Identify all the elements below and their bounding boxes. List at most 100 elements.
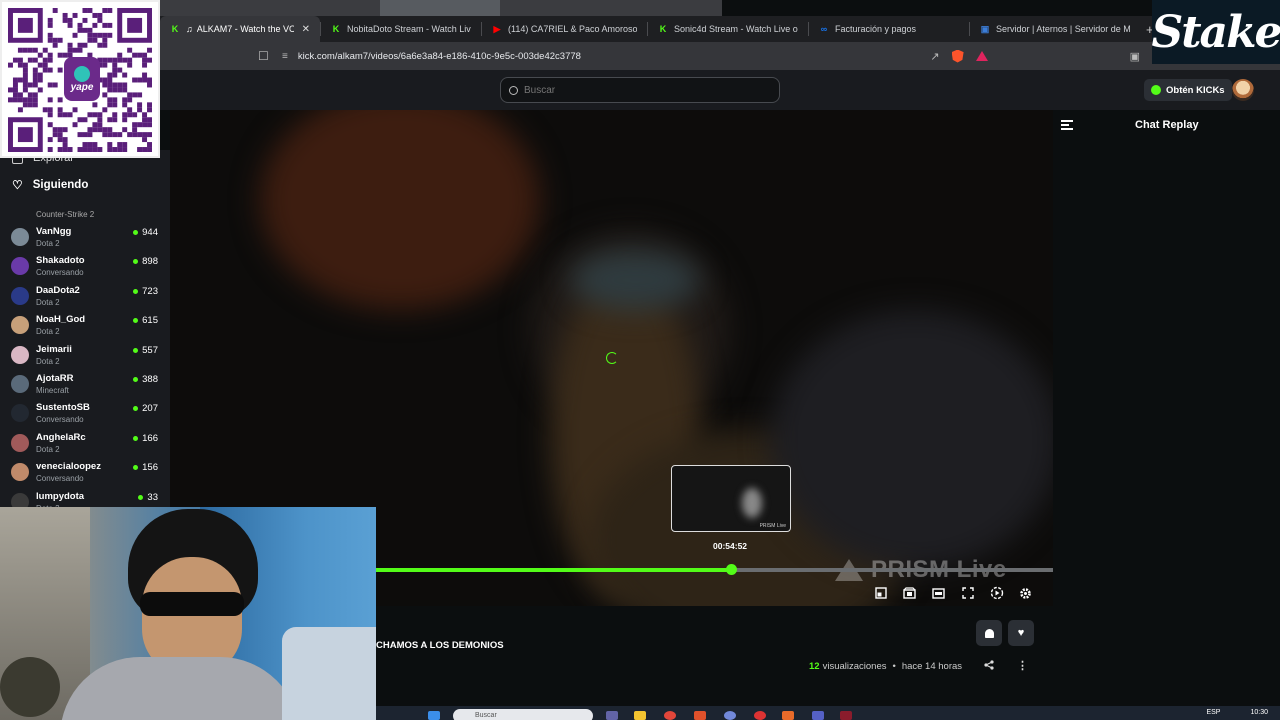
share-icon[interactable] [984,660,994,673]
url-text[interactable]: kick.com/alkam7/videos/6a6e3a84-e186-410… [298,51,581,62]
windows-start-icon[interactable] [428,711,440,720]
heart-filled-icon: ♥ [1017,627,1025,639]
browser-tab[interactable]: ∞ Facturación y pagos [809,16,969,42]
user-avatar[interactable] [1232,79,1254,101]
browser-tab[interactable]: K NobitaDoto Stream - Watch Live on [321,16,481,42]
more-options-icon[interactable]: ⋮ [1017,659,1028,672]
live-dot-icon [133,318,139,324]
channel-avatar [11,228,29,246]
viewer-count-value: 944 [142,227,158,238]
kicks-coin-icon [1151,85,1161,95]
sidebar: Explorar ♡ Siguiendo Counter-Strike 2 Va… [0,150,170,513]
brave-rewards-icon[interactable] [975,51,988,61]
taskbar-search-input[interactable]: Buscar [453,709,593,720]
sidebar-channel[interactable]: Shakadoto Conversando 898 [0,251,170,280]
close-tab-icon[interactable]: ✕ [302,24,310,35]
tray-language[interactable]: ESP [1206,709,1220,716]
get-kicks-label: Obtén KICKs [1166,84,1225,96]
viewer-count: 388 [133,374,158,385]
webcam-microphone [0,657,60,717]
mini-player-icon[interactable] [873,586,888,600]
browser-tab-label: Servidor | Aternos | Servidor de Mine [996,24,1130,34]
browser-tab-strip: K ♫ALKAM7 - Watch the VOD on ✕ K NobitaDoto … [160,16,1160,42]
follow-button[interactable]: ♥ [1008,620,1034,646]
viewer-count-value: 557 [142,344,158,356]
video-frame-blob [570,250,700,310]
app-icon[interactable] [782,711,794,720]
channel-avatar [11,404,29,423]
live-dot-icon [133,376,139,382]
bell-icon [984,628,994,638]
sidebar-channel[interactable]: VanNgg Dota 2 944 [0,222,170,251]
video-info: CHAMOS A LOS DEMONIOS ♥ 12 visualizacion… [376,606,1053,706]
clip-icon[interactable] [902,586,917,600]
yape-bubble-icon [74,65,90,82]
chat-title: Chat Replay [1135,119,1199,131]
player-controls [873,586,1033,600]
brave-shield-icon[interactable] [951,49,964,63]
live-dot-icon [133,465,139,471]
speaker-icon[interactable]: ♫ [186,24,193,34]
browser-tab-label: Sonic4d Stream - Watch Live on Kick [674,24,798,34]
share-page-icon[interactable]: ↗ [930,50,939,63]
viewer-count: 898 [133,256,158,267]
viewer-count: 557 [133,345,158,356]
site-settings-icon[interactable]: ≡ [282,51,288,62]
sidebar-channel[interactable]: DaaDota2 Dota 2 723 [0,281,170,310]
sidebar-channel[interactable]: venecialoopez Conversando 156 [0,457,170,486]
tray-clock[interactable]: 10:30 [1250,709,1268,716]
sidebar-channel[interactable]: AjotaRR Minecraft 388 [0,369,170,398]
youtube-icon: ▶ [493,23,501,34]
channel-category: Conversando [36,268,84,278]
sidebar-channel[interactable]: AnghelaRc Dota 2 166 [0,428,170,457]
channel-name: AjotaRR [36,372,74,384]
viewer-count: 723 [133,286,158,297]
notify-button[interactable] [976,620,1002,646]
channel-avatar [11,257,29,276]
playback-speed-icon[interactable] [989,586,1004,600]
viewer-count-value: 33 [147,491,158,503]
brave-taskbar-icon[interactable] [694,711,706,720]
channel-category: Minecraft [36,385,69,395]
channel-avatar [11,286,29,305]
viewer-count-value: 156 [142,462,158,474]
get-kicks-button[interactable]: Obtén KICKs [1144,79,1232,101]
app-icon[interactable] [812,711,824,720]
browser-tab[interactable]: ▶ (114) CA7RIEL & Paco Amoroso - M [482,16,647,42]
browser-tab-label: Facturación y pagos [835,24,917,34]
settings-gear-icon[interactable] [1018,586,1033,600]
browser-tab[interactable]: K ♫ALKAM7 - Watch the VOD on ✕ [160,16,320,42]
search-box[interactable] [500,77,780,103]
progress-bar[interactable] [376,564,1053,575]
theater-mode-icon[interactable] [931,586,946,600]
viewer-count: 33 [138,492,158,503]
yape-qr-code: yape [0,0,160,158]
app-icon[interactable] [754,711,766,720]
bookmark-icon[interactable]: ☐ [258,49,272,63]
sidebar-item-following[interactable]: ♡ Siguiendo [12,178,88,192]
channel-category: Counter-Strike 2 [36,210,95,219]
app-icon[interactable] [840,711,852,720]
viewer-count-value: 207 [142,403,158,415]
fullscreen-icon[interactable] [960,586,975,600]
sidebar-channel[interactable]: Jeimarii Dota 2 557 [0,340,170,369]
webcam-overlay [0,507,376,720]
search-input[interactable] [524,84,744,96]
chrome-icon[interactable] [664,711,676,720]
sidebar-channel[interactable]: NoaH_God Dota 2 615 [0,310,170,339]
channel-avatar [11,374,29,393]
file-explorer-icon[interactable] [634,711,646,720]
browser-tab[interactable]: ▣ Servidor | Aternos | Servidor de Mine [970,16,1140,42]
sidebar-channel[interactable]: SustentoSB Conversando 207 [0,398,170,427]
meta-icon: ∞ [820,24,828,34]
teams-icon[interactable] [606,711,618,720]
viewer-count: 166 [133,433,158,444]
collapse-chat-icon[interactable] [1061,120,1073,130]
channel-name: Shakadoto [36,255,85,267]
channel-name: NoaH_God [36,314,86,326]
screen: K ♫ALKAM7 - Watch the VOD on ✕ K NobitaDoto … [0,0,1280,720]
viewer-count-value: 898 [142,256,158,268]
discord-icon[interactable] [724,711,736,720]
browser-tab[interactable]: K Sonic4d Stream - Watch Live on Kick [648,16,808,42]
sidebar-toggle-icon[interactable]: ▣ [1130,50,1140,63]
